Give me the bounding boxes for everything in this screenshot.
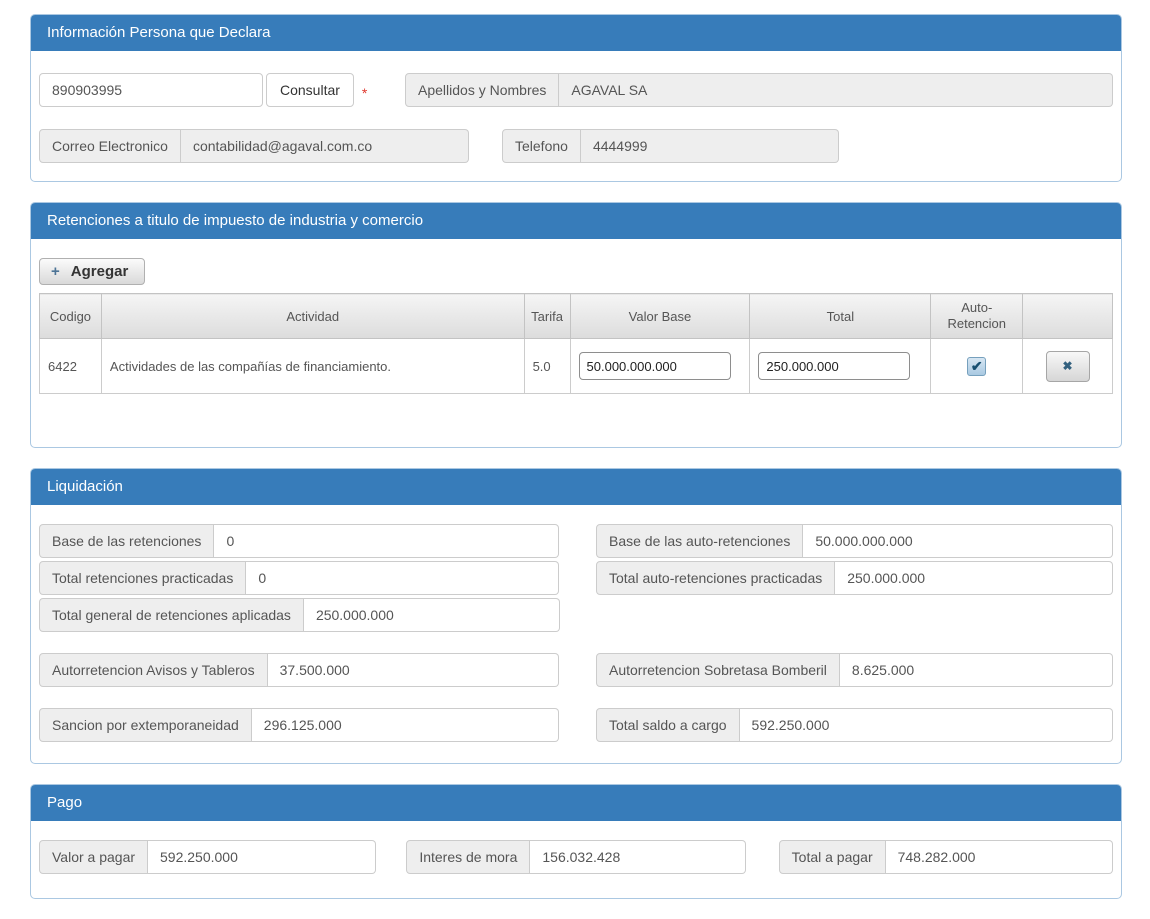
total-saldo-cargo-label: Total saldo a cargo	[596, 708, 740, 742]
column-header-actividad: Actividad	[101, 294, 524, 339]
telefono-label: Telefono	[502, 129, 581, 163]
auto-retencion-checkbox[interactable]: ✔	[967, 357, 986, 376]
tax-declaration-form: Información Persona que Declara Consulta…	[30, 14, 1122, 899]
apellidos-label: Apellidos y Nombres	[405, 73, 559, 107]
cell-total	[750, 339, 931, 394]
valor-pagar-label: Valor a pagar	[39, 840, 148, 874]
apellidos-field-group: Apellidos y Nombres AGAVAL SA	[405, 73, 1113, 107]
panel-retenciones-body: + Agregar Codigo Actividad Tarifa Valor …	[31, 239, 1121, 447]
sancion-extemporaneidad-value[interactable]: 296.125.000	[252, 708, 559, 742]
panel-pago-body: Valor a pagar 592.250.000 Interes de mor…	[31, 821, 1121, 898]
column-header-codigo: Codigo	[40, 294, 102, 339]
sancion-extemporaneidad-label: Sancion por extemporaneidad	[39, 708, 252, 742]
sobretasa-bomberil-label: Autorretencion Sobretasa Bomberil	[596, 653, 840, 687]
agregar-button[interactable]: + Agregar	[39, 258, 145, 285]
panel-pago: Pago Valor a pagar 592.250.000 Interes d…	[30, 784, 1122, 899]
column-header-actions	[1023, 294, 1113, 339]
sobretasa-bomberil-value[interactable]: 8.625.000	[840, 653, 1113, 687]
panel-liquidacion: Liquidación Base de las retenciones 0 Ba…	[30, 468, 1122, 764]
liquidacion-row: Base de las retenciones 0 Base de las au…	[39, 524, 1113, 558]
field-sobretasa-bomberil: Autorretencion Sobretasa Bomberil 8.625.…	[596, 653, 1113, 687]
total-pagar-label: Total a pagar	[779, 840, 886, 874]
base-retenciones-label: Base de las retenciones	[39, 524, 214, 558]
total-retenciones-practicadas-label: Total retenciones practicadas	[39, 561, 246, 595]
telefono-field-group: Telefono 4444999	[502, 129, 839, 163]
field-total-saldo-cargo: Total saldo a cargo 592.250.000	[596, 708, 1113, 742]
column-header-auto-retencion: Auto-Retencion	[931, 294, 1023, 339]
cell-tarifa: 5.0	[524, 339, 570, 394]
plus-icon: +	[51, 263, 60, 280]
valor-pagar-value[interactable]: 592.250.000	[148, 840, 376, 874]
correo-field-group: Correo Electronico contabilidad@agaval.c…	[39, 129, 469, 163]
panel-liquidacion-body: Base de las retenciones 0 Base de las au…	[31, 505, 1121, 763]
cell-auto-retencion: ✔	[931, 339, 1023, 394]
field-total-pagar: Total a pagar 748.282.000	[779, 840, 1113, 874]
correo-label: Correo Electronico	[39, 129, 181, 163]
delete-row-button[interactable]: ✖	[1046, 351, 1090, 382]
panel-retenciones: Retenciones a titulo de impuesto de indu…	[30, 202, 1122, 448]
telefono-value: 4444999	[581, 129, 839, 163]
field-avisos-tableros: Autorretencion Avisos y Tableros 37.500.…	[39, 653, 559, 687]
table-row: 6422 Actividades de las compañías de fin…	[40, 339, 1113, 394]
total-pagar-value[interactable]: 748.282.000	[886, 840, 1113, 874]
field-total-retenciones-practicadas: Total retenciones practicadas 0	[39, 561, 559, 595]
total-saldo-cargo-value[interactable]: 592.250.000	[740, 708, 1113, 742]
field-total-general: Total general de retenciones aplicadas 2…	[39, 598, 560, 632]
panel-pago-title: Pago	[31, 785, 1121, 821]
liquidacion-row: Total retenciones practicadas 0 Total au…	[39, 561, 1113, 595]
base-retenciones-value[interactable]: 0	[214, 524, 559, 558]
apellidos-value: AGAVAL SA	[559, 73, 1113, 107]
panel-liquidacion-title: Liquidación	[31, 469, 1121, 505]
cell-valor-base	[570, 339, 750, 394]
total-auto-retenciones-practicadas-label: Total auto-retenciones practicadas	[596, 561, 835, 595]
total-input[interactable]	[758, 352, 910, 380]
cell-actions: ✖	[1023, 339, 1113, 394]
total-retenciones-practicadas-value[interactable]: 0	[246, 561, 559, 595]
panel-retenciones-title: Retenciones a titulo de impuesto de indu…	[31, 203, 1121, 239]
liquidacion-row: Sancion por extemporaneidad 296.125.000 …	[39, 708, 1113, 742]
total-general-value[interactable]: 250.000.000	[304, 598, 560, 632]
declarant-row-2: Correo Electronico contabilidad@agaval.c…	[39, 129, 1113, 163]
field-total-auto-retenciones-practicadas: Total auto-retenciones practicadas 250.0…	[596, 561, 1113, 595]
nit-input[interactable]	[39, 73, 263, 107]
field-base-auto-retenciones: Base de las auto-retenciones 50.000.000.…	[596, 524, 1113, 558]
total-general-label: Total general de retenciones aplicadas	[39, 598, 304, 632]
base-auto-retenciones-value[interactable]: 50.000.000.000	[803, 524, 1113, 558]
table-header-row: Codigo Actividad Tarifa Valor Base Total…	[40, 294, 1113, 339]
cell-codigo: 6422	[40, 339, 102, 394]
valor-base-input[interactable]	[579, 352, 731, 380]
liquidacion-row: Autorretencion Avisos y Tableros 37.500.…	[39, 653, 1113, 687]
interes-mora-label: Interes de mora	[406, 840, 530, 874]
column-header-valor-base: Valor Base	[570, 294, 750, 339]
column-header-tarifa: Tarifa	[524, 294, 570, 339]
retenciones-table: Codigo Actividad Tarifa Valor Base Total…	[39, 293, 1113, 394]
field-base-retenciones: Base de las retenciones 0	[39, 524, 559, 558]
avisos-tableros-label: Autorretencion Avisos y Tableros	[39, 653, 268, 687]
field-interes-mora: Interes de mora 156.032.428	[406, 840, 745, 874]
pago-row: Valor a pagar 592.250.000 Interes de mor…	[39, 840, 1113, 874]
column-header-total: Total	[750, 294, 931, 339]
interes-mora-value[interactable]: 156.032.428	[530, 840, 745, 874]
avisos-tableros-value[interactable]: 37.500.000	[268, 653, 559, 687]
panel-declarant-title: Información Persona que Declara	[31, 15, 1121, 51]
liquidacion-row: Total general de retenciones aplicadas 2…	[39, 598, 1113, 632]
required-asterisk-icon: *	[362, 85, 367, 101]
correo-value: contabilidad@agaval.com.co	[181, 129, 469, 163]
field-valor-pagar: Valor a pagar 592.250.000	[39, 840, 376, 874]
base-auto-retenciones-label: Base de las auto-retenciones	[596, 524, 803, 558]
panel-declarant-body: Consultar * Apellidos y Nombres AGAVAL S…	[31, 51, 1121, 181]
declarant-row-1: Consultar * Apellidos y Nombres AGAVAL S…	[39, 73, 1113, 107]
total-auto-retenciones-practicadas-value[interactable]: 250.000.000	[835, 561, 1113, 595]
consultar-button[interactable]: Consultar	[266, 73, 354, 107]
panel-declarant: Información Persona que Declara Consulta…	[30, 14, 1122, 182]
field-sancion-extemporaneidad: Sancion por extemporaneidad 296.125.000	[39, 708, 559, 742]
agregar-button-label: Agregar	[71, 263, 129, 280]
cell-actividad: Actividades de las compañías de financia…	[101, 339, 524, 394]
